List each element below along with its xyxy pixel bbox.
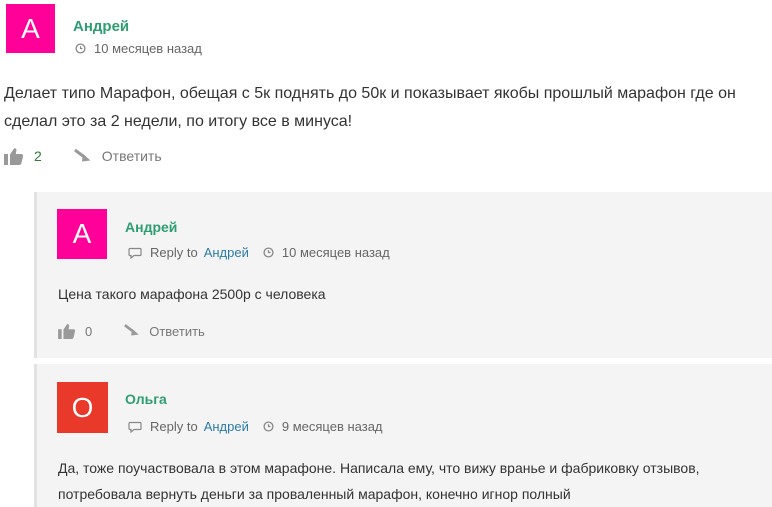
speech-bubble-icon: [128, 247, 142, 259]
avatar-letter: А: [72, 218, 92, 249]
comment-time[interactable]: 10 месяцев назад: [282, 245, 390, 260]
thumbs-up-icon: [4, 147, 24, 165]
reply-button[interactable]: Ответить: [73, 148, 162, 164]
comment-time[interactable]: 10 месяцев назад: [94, 41, 202, 56]
avatar[interactable]: О: [57, 382, 108, 433]
author-name[interactable]: Андрей: [73, 18, 129, 35]
avatar-letter: О: [71, 391, 94, 423]
reply-label: Ответить: [101, 148, 162, 164]
comment-meta: Reply to Андрей 10 месяцев назад: [128, 245, 390, 260]
clock-icon: [263, 247, 274, 258]
reply-to-link[interactable]: Андрей: [204, 419, 249, 434]
comment-text: Делает типо Марафон, обещая с 5к поднять…: [4, 85, 736, 130]
clock-icon: [75, 43, 86, 54]
avatar-letter: А: [21, 12, 40, 44]
comment-actions: 0 Ответить: [58, 323, 205, 339]
reply-1: А Андрей Reply to Андрей 10 месяцев наза…: [34, 192, 772, 358]
avatar[interactable]: А: [57, 209, 107, 259]
comment-text: Да, тоже поучаствовала в этом марафоне. …: [58, 460, 700, 502]
comment-actions: 2 Ответить: [4, 147, 162, 165]
speech-bubble-icon: [128, 421, 142, 433]
reply-to-prefix: Reply to: [150, 419, 198, 434]
like-count: 2: [34, 148, 42, 164]
reply-to-prefix: Reply to: [150, 245, 198, 260]
comment-text: Цена такого марафона 2500р с человека: [58, 286, 326, 302]
thumbs-up-icon: [58, 323, 76, 339]
author-name[interactable]: Андрей: [125, 219, 177, 235]
reply-2: О Ольга Reply to Андрей 9 месяцев назад …: [34, 364, 772, 507]
reply-to-link[interactable]: Андрей: [204, 245, 249, 260]
clock-icon: [263, 421, 274, 432]
reply-button[interactable]: Ответить: [124, 324, 205, 339]
reply-arrow-icon: [73, 148, 93, 164]
like-button[interactable]: [58, 323, 76, 339]
comment-time[interactable]: 9 месяцев назад: [282, 419, 383, 434]
avatar[interactable]: А: [6, 4, 55, 53]
like-button[interactable]: [4, 147, 24, 165]
like-count: 0: [85, 323, 93, 339]
reply-arrow-icon: [124, 324, 141, 338]
reply-label: Ответить: [149, 323, 205, 339]
comment-meta: 10 месяцев назад: [75, 41, 202, 56]
comment-meta: Reply to Андрей 9 месяцев назад: [128, 419, 383, 434]
author-name[interactable]: Ольга: [125, 391, 167, 407]
